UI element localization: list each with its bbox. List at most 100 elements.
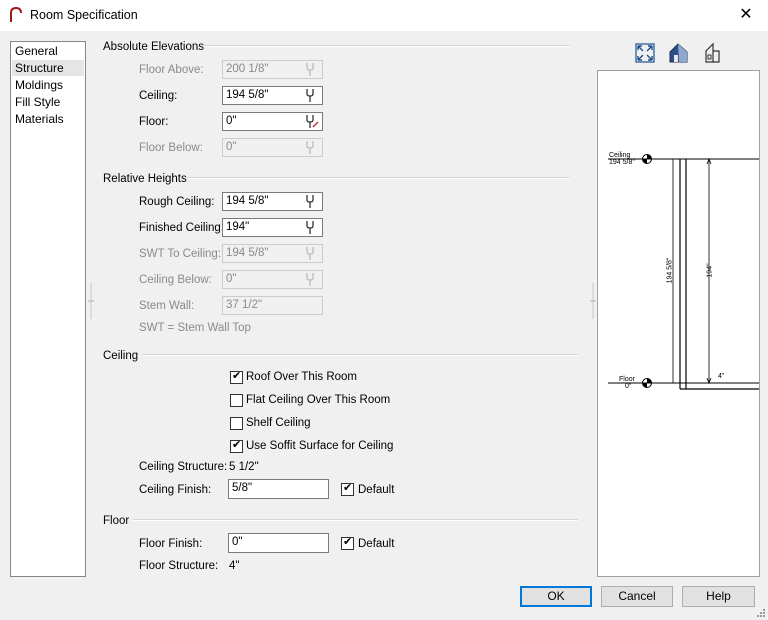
roof-over-room-checkbox[interactable]: ✔ Roof Over This Room — [230, 370, 430, 386]
check-icon: ✔ — [232, 370, 242, 382]
close-button[interactable]: ✕ — [734, 4, 758, 26]
preview-dimension-left: 194 5/8" — [666, 257, 674, 284]
separator — [203, 45, 570, 47]
swt-to-ceiling-value: 194 5/8" — [226, 247, 269, 259]
3d-view-icon[interactable] — [668, 42, 689, 63]
app-logo-icon — [10, 7, 22, 22]
checkbox-box[interactable]: ✔ — [341, 482, 354, 496]
floor-finish-default-checkbox[interactable]: ✔ Default — [341, 536, 411, 552]
wrench-icon — [306, 247, 314, 260]
finished-ceiling-label: Finished Ceiling: — [139, 222, 225, 234]
preview-ceiling-label: Ceiling — [609, 152, 631, 159]
nav-item-fill-style[interactable]: Fill Style — [12, 94, 84, 110]
floor-field[interactable]: 0" — [222, 112, 323, 131]
ceiling-finish-default-checkbox[interactable]: ✔ Default — [341, 482, 411, 498]
separator — [142, 354, 578, 356]
separator — [186, 177, 570, 179]
preview-ceiling-value: 194 5/8" — [609, 159, 635, 166]
check-icon: ✔ — [343, 482, 353, 494]
preview-dimension-right: 194" — [706, 263, 714, 278]
ceiling-finish-value: 5/8" — [232, 482, 253, 494]
right-splitter-handle[interactable] — [590, 283, 596, 319]
floor-finish-value: 0" — [232, 536, 243, 548]
floor-structure-label: Floor Structure: — [139, 560, 219, 572]
nav-item-general[interactable]: General — [12, 43, 84, 59]
wrench-icon — [306, 63, 314, 76]
rough-ceiling-label: Rough Ceiling: — [139, 196, 215, 208]
checkbox-label: Flat Ceiling Over This Room — [246, 394, 391, 406]
floor-below-field: 0" — [222, 138, 323, 157]
preview-floor-value: 0" — [625, 383, 632, 390]
left-splitter-handle[interactable] — [88, 283, 94, 319]
preview-dimension-small: 4" — [718, 373, 725, 380]
floor-structure-value: 4" — [229, 560, 240, 572]
ceiling-group-title: Ceiling — [103, 350, 139, 362]
checkbox-box[interactable] — [230, 394, 243, 407]
wrench-icon[interactable] — [303, 220, 319, 235]
cross-section-preview: Ceiling 194 5/8" Floor 0" 194 5/8" 194" … — [597, 70, 760, 577]
floor-below-value: 0" — [226, 141, 237, 153]
checkbox-box[interactable]: ✔ — [341, 536, 354, 550]
ok-button[interactable]: OK — [520, 586, 592, 607]
ceiling-value: 194 5/8" — [226, 89, 269, 101]
ceiling-label: Ceiling: — [139, 90, 178, 102]
nav-item-structure[interactable]: Structure — [12, 60, 84, 76]
category-list: General Structure Moldings Fill Style Ma… — [10, 41, 86, 577]
ceiling-below-value: 0" — [226, 273, 237, 285]
ceiling-finish-field[interactable]: 5/8" — [228, 479, 329, 499]
swt-note: SWT = Stem Wall Top — [139, 322, 251, 334]
ceiling-finish-label: Ceiling Finish: — [139, 484, 212, 496]
floor-value: 0" — [226, 115, 237, 127]
wrench-icon — [306, 141, 314, 154]
preview-floor-label: Floor — [619, 376, 635, 383]
shelf-ceiling-checkbox[interactable]: Shelf Ceiling — [230, 417, 430, 432]
cross-section-drawing — [608, 154, 759, 390]
checkbox-box[interactable]: ✔ — [230, 370, 243, 384]
floor-above-field: 200 1/8" — [222, 60, 323, 79]
cancel-button[interactable]: Cancel — [601, 586, 673, 607]
floor-finish-field[interactable]: 0" — [228, 533, 329, 553]
title-bar: Room Specification ✕ — [0, 0, 768, 31]
window-title: Room Specification — [30, 8, 138, 22]
nav-item-materials[interactable]: Materials — [12, 111, 84, 127]
rough-ceiling-value: 194 5/8" — [226, 195, 269, 207]
absolute-elevations-title: Absolute Elevations — [103, 41, 205, 53]
ceiling-below-field: 0" — [222, 270, 323, 289]
checkbox-label: Use Soffit Surface for Ceiling — [246, 440, 394, 452]
floor-above-label: Floor Above: — [139, 64, 204, 76]
checkbox-label: Shelf Ceiling — [246, 417, 311, 429]
checkbox-box[interactable] — [230, 417, 243, 430]
checkbox-label: Roof Over This Room — [246, 371, 357, 383]
swt-to-ceiling-label: SWT To Ceiling: — [139, 248, 222, 260]
help-button[interactable]: Help — [682, 586, 755, 607]
nav-item-moldings[interactable]: Moldings — [12, 77, 84, 93]
check-icon: ✔ — [343, 536, 353, 548]
floor-below-label: Floor Below: — [139, 142, 203, 154]
stem-wall-label: Stem Wall: — [139, 300, 195, 312]
swt-to-ceiling-field: 194 5/8" — [222, 244, 323, 263]
floor-finish-label: Floor Finish: — [139, 538, 203, 550]
relative-heights-title: Relative Heights — [103, 173, 187, 185]
ceiling-structure-value: 5 1/2" — [229, 461, 259, 473]
checkbox-label: Default — [358, 538, 395, 550]
wrench-edited-icon[interactable] — [303, 114, 319, 129]
stem-wall-value: 37 1/2" — [226, 299, 263, 311]
rough-ceiling-field[interactable]: 194 5/8" — [222, 192, 323, 211]
wrench-icon[interactable] — [303, 194, 319, 209]
fill-window-icon[interactable] — [635, 43, 655, 63]
close-icon: ✕ — [739, 6, 753, 23]
soffit-surface-checkbox[interactable]: ✔ Use Soffit Surface for Ceiling — [230, 439, 430, 455]
checkbox-label: Default — [358, 484, 395, 496]
finished-ceiling-value: 194" — [226, 221, 250, 233]
check-icon: ✔ — [232, 439, 242, 451]
checkbox-box[interactable]: ✔ — [230, 439, 243, 453]
resize-grip-icon[interactable] — [756, 608, 766, 618]
ceiling-field[interactable]: 194 5/8" — [222, 86, 323, 105]
flat-ceiling-checkbox[interactable]: Flat Ceiling Over This Room — [230, 394, 430, 409]
wrench-icon — [306, 273, 314, 286]
finished-ceiling-field[interactable]: 194" — [222, 218, 323, 237]
wrench-icon[interactable] — [303, 88, 319, 103]
elevation-view-icon[interactable] — [703, 42, 721, 63]
ceiling-below-label: Ceiling Below: — [139, 274, 212, 286]
floor-above-value: 200 1/8" — [226, 63, 269, 75]
